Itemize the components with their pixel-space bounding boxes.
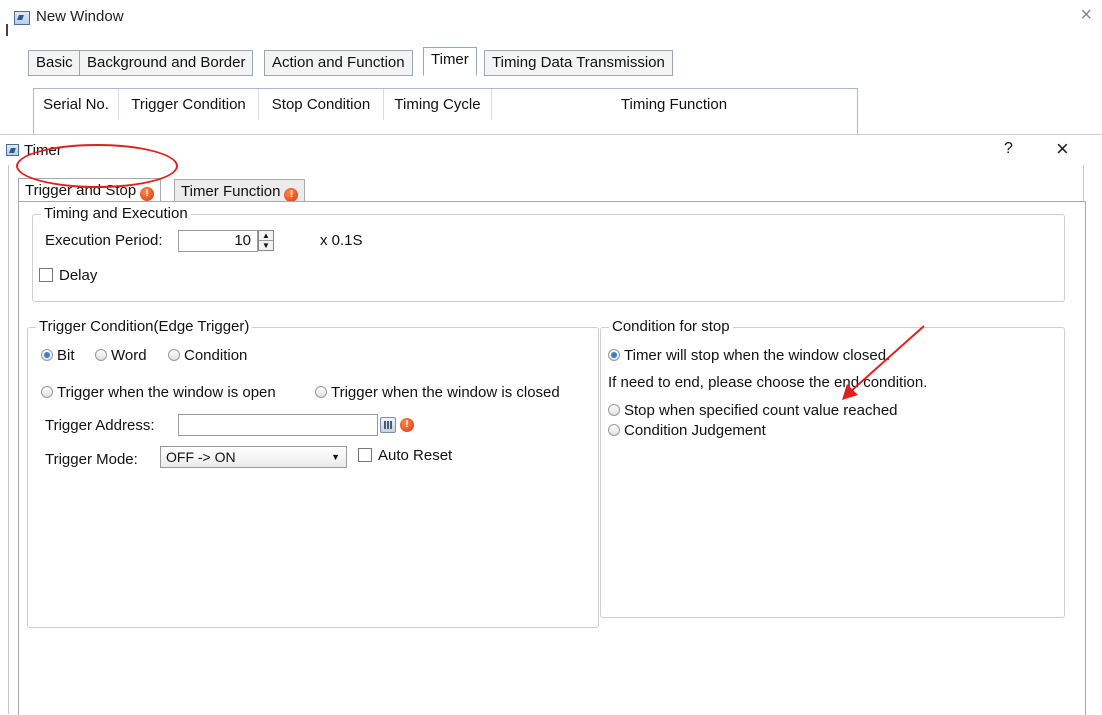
dialog-title: Timer [24,142,62,159]
column-header-serial-no[interactable]: Serial No. [34,89,119,120]
radio-word[interactable]: Word [95,347,147,364]
checkbox-icon[interactable] [39,268,53,282]
stop-hint-text: If need to end, please choose the end co… [608,374,928,391]
tab-action-and-function[interactable]: Action and Function [264,50,413,76]
radio-trigger-window-open[interactable]: Trigger when the window is open [41,384,276,401]
radio-trigger-window-closed[interactable]: Trigger when the window is closed [315,384,560,401]
warning-icon: ! [140,187,155,201]
delay-label: Delay [59,267,98,284]
trigger-mode-select[interactable]: OFF -> ON ▼ [160,446,347,468]
tab-background-and-border[interactable]: Background and Border [79,50,254,76]
column-header-timing-function[interactable]: Timing Function [492,89,856,120]
trigger-address-input[interactable] [178,414,378,436]
checkbox-icon[interactable] [358,448,372,462]
radio-icon[interactable] [168,349,180,361]
stepper-up-icon[interactable]: ▲ [259,231,273,240]
column-header-timing-cycle[interactable]: Timing Cycle [384,89,492,120]
auto-reset-label: Auto Reset [378,447,453,464]
column-header-stop-condition[interactable]: Stop Condition [259,89,384,120]
radio-icon[interactable] [315,386,327,398]
group-title: Trigger Condition(Edge Trigger) [36,318,253,335]
tab-basic[interactable]: Basic [28,50,81,76]
radio-icon[interactable] [608,404,620,416]
execution-period-label: Execution Period: [45,232,163,249]
condition-for-stop-group: Condition for stop Timer will stop when … [600,318,1065,618]
radio-condition-judgement[interactable]: Condition Judgement [608,422,766,439]
trigger-condition-group: Trigger Condition(Edge Trigger) Bit Word… [27,318,599,628]
window-app-icon [14,11,30,25]
window-edge-mark [6,24,8,36]
execution-period-input[interactable]: 10 [178,230,258,252]
dialog-app-icon [6,144,19,156]
warning-icon: ! [400,418,414,432]
warning-icon: ! [284,188,299,202]
tab-timer[interactable]: Timer [423,47,477,76]
window-title: New Window [36,8,124,25]
radio-label: Bit [57,347,75,364]
address-picker-icon[interactable] [380,417,396,433]
tab-trigger-and-stop-label: Trigger and Stop [25,182,137,199]
tab-timer-function-label: Timer Function [181,183,281,200]
group-title: Timing and Execution [41,205,191,222]
radio-label: Timer will stop when the window closed. [624,347,891,364]
column-header-trigger-condition[interactable]: Trigger Condition [119,89,259,120]
auto-reset-checkbox[interactable]: Auto Reset [358,447,452,464]
radio-condition[interactable]: Condition [168,347,247,364]
radio-label: Stop when specified count value reached [624,402,898,419]
radio-label: Condition Judgement [624,422,766,439]
delay-checkbox[interactable]: Delay [39,267,97,284]
trigger-mode-value: OFF -> ON [166,449,236,465]
tab-timing-data-transmission[interactable]: Timing Data Transmission [484,50,673,76]
execution-period-value: 10 [234,232,251,249]
radio-label: Trigger when the window is closed [331,384,560,401]
trigger-address-label: Trigger Address: [45,417,155,434]
chevron-down-icon[interactable]: ▼ [331,447,340,467]
radio-label: Trigger when the window is open [57,384,276,401]
radio-label: Condition [184,347,248,364]
help-button[interactable]: ? [1004,140,1013,158]
radio-icon[interactable] [608,349,620,361]
execution-period-stepper[interactable]: ▲ ▼ [258,230,274,251]
radio-icon[interactable] [41,386,53,398]
timer-list-table[interactable]: Serial No. Trigger Condition Stop Condit… [33,88,858,138]
dialog-border-left [8,165,9,714]
radio-icon[interactable] [608,424,620,436]
radio-icon[interactable] [41,349,53,361]
execution-period-unit: x 0.1S [320,232,363,249]
radio-icon[interactable] [95,349,107,361]
group-title: Condition for stop [609,318,733,335]
radio-stop-count-reached[interactable]: Stop when specified count value reached [608,402,898,419]
trigger-mode-label: Trigger Mode: [45,451,138,468]
timing-and-execution-group: Timing and Execution Execution Period: 1… [32,205,1065,302]
dialog-close-icon[interactable]: × [1056,136,1069,162]
radio-stop-window-closed[interactable]: Timer will stop when the window closed. [608,347,890,364]
radio-bit[interactable]: Bit [41,347,75,364]
radio-label: Word [111,347,147,364]
stepper-down-icon[interactable]: ▼ [259,240,273,250]
window-close-icon[interactable]: × [1080,4,1092,27]
timer-dialog: Timer ? × Trigger and Stop! Timer Functi… [0,134,1102,715]
